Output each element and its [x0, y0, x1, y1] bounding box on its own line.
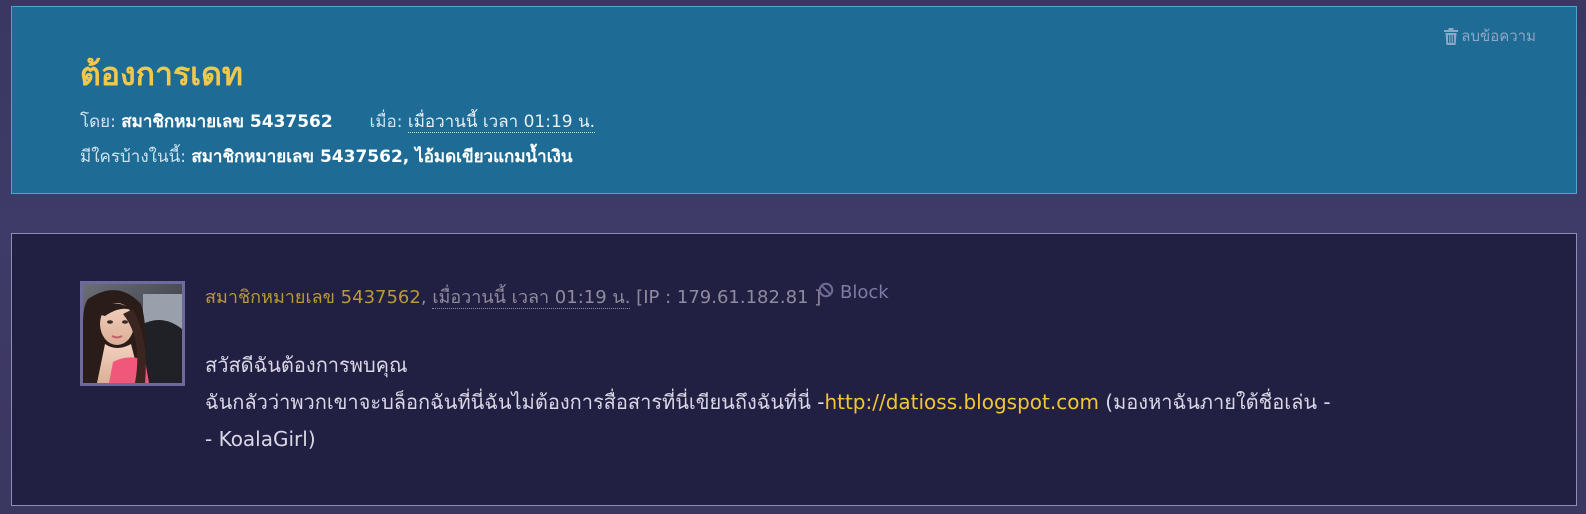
- post-body: สวัสดีฉันต้องการพบคุณ ฉันกลัวว่าพวกเขาจะ…: [205, 347, 1505, 458]
- topic-meta: โดย: สมาชิกหมายเลข 5437562 เมื่อ: เมื่อว…: [80, 108, 596, 135]
- post-body-line-2-text: ฉันกลัวว่าพวกเขาจะบล็อกฉันที่นี่ฉันไม่ต้…: [205, 390, 825, 414]
- post-body-line-2: ฉันกลัวว่าพวกเขาจะบล็อกฉันที่นี่ฉันไม่ต้…: [205, 384, 1505, 421]
- post-author-link[interactable]: สมาชิกหมายเลข 5437562: [205, 287, 421, 308]
- block-button[interactable]: Block: [818, 282, 889, 303]
- by-label: โดย:: [80, 112, 116, 132]
- post: สมาชิกหมายเลข 5437562, เมื่อวานนี้ เวลา …: [11, 233, 1577, 506]
- participants-line: มีใครบ้างในนี้: สมาชิกหมายเลข 5437562, ไ…: [80, 143, 572, 170]
- topic-author-link[interactable]: สมาชิกหมายเลข 5437562: [121, 112, 332, 132]
- topic-date: เมื่อวานนี้ เวลา 01:19 น.: [407, 112, 596, 133]
- when-label: เมื่อ:: [369, 112, 403, 132]
- page: ลบข้อความ ต้องการเดท โดย: สมาชิกหมายเลข …: [0, 0, 1586, 514]
- post-meta: สมาชิกหมายเลข 5437562, เมื่อวานนี้ เวลา …: [205, 282, 821, 311]
- delete-message-label: ลบข้อความ: [1461, 27, 1536, 45]
- block-icon: [818, 282, 834, 303]
- trash-icon: [1444, 27, 1459, 45]
- post-date: เมื่อวานนี้ เวลา 01:19 น.: [432, 287, 631, 309]
- external-link[interactable]: http://datioss.blogspot.com: [824, 390, 1099, 414]
- participants-label: มีใครบ้างในนี้:: [80, 147, 186, 167]
- delete-message-button[interactable]: ลบข้อความ: [1444, 24, 1536, 48]
- post-body-line-2-suffix: (มองหาฉันภายใต้ชื่อเล่น -: [1098, 390, 1331, 414]
- page-title: ต้องการเดท: [80, 55, 243, 93]
- post-body-line-3: - KoalaGirl): [205, 427, 316, 451]
- post-body-line-1: สวัสดีฉันต้องการพบคุณ: [205, 353, 408, 377]
- meta-separator: ,: [420, 287, 427, 308]
- block-label: Block: [840, 282, 889, 303]
- participants-list[interactable]: สมาชิกหมายเลข 5437562, ไอ้มดเขียวแกมน้ำเ…: [191, 147, 572, 167]
- topic-header: ลบข้อความ ต้องการเดท โดย: สมาชิกหมายเลข …: [11, 6, 1577, 194]
- avatar[interactable]: [80, 281, 185, 386]
- post-ip: [IP : 179.61.182.81 ]: [636, 287, 822, 308]
